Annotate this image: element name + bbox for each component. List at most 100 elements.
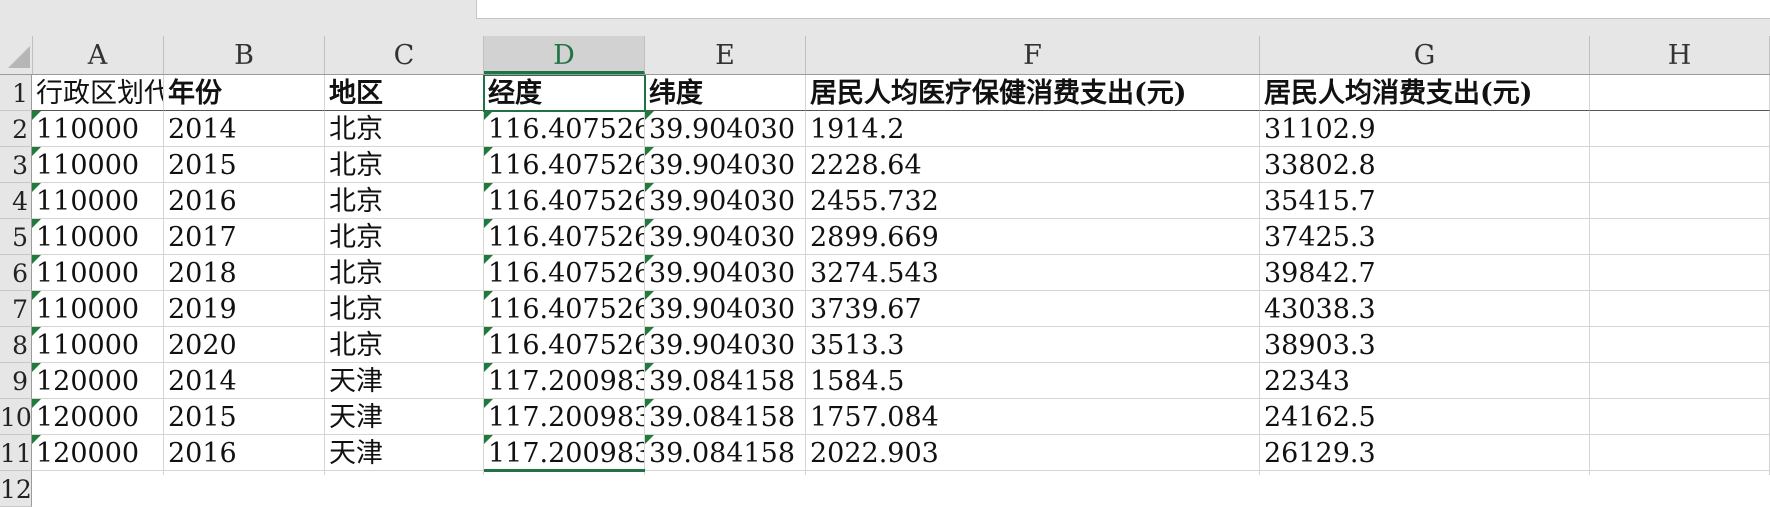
- row-header-1[interactable]: 1: [0, 75, 32, 111]
- row-header-7[interactable]: 7: [0, 291, 32, 327]
- column-header-a[interactable]: A: [32, 36, 164, 74]
- cell-g3[interactable]: 33802.8: [1260, 147, 1590, 183]
- cell-a12[interactable]: [32, 471, 164, 475]
- cell-b7[interactable]: 2019: [164, 291, 325, 327]
- cell-e10[interactable]: 39.084158: [645, 399, 806, 435]
- cell-d6[interactable]: 116.407526: [484, 255, 645, 291]
- cell-f9[interactable]: 1584.5: [806, 363, 1260, 399]
- cell-c2[interactable]: 北京: [325, 111, 484, 147]
- cell-f12[interactable]: [806, 471, 1260, 475]
- cell-e8[interactable]: 39.904030: [645, 327, 806, 363]
- column-header-e[interactable]: E: [645, 36, 806, 74]
- cell-e3[interactable]: 39.904030: [645, 147, 806, 183]
- cell-f3[interactable]: 2228.64: [806, 147, 1260, 183]
- cell-h9[interactable]: [1590, 363, 1770, 399]
- cell-d7[interactable]: 116.407526: [484, 291, 645, 327]
- column-header-h[interactable]: H: [1590, 36, 1770, 74]
- cell-f1[interactable]: 居民人均医疗保健消费支出(元): [806, 75, 1260, 111]
- cell-g2[interactable]: 31102.9: [1260, 111, 1590, 147]
- cell-h3[interactable]: [1590, 147, 1770, 183]
- cell-e12[interactable]: [645, 471, 806, 475]
- cell-b4[interactable]: 2016: [164, 183, 325, 219]
- cell-c1[interactable]: 地区: [325, 75, 484, 111]
- cell-d3[interactable]: 116.407526: [484, 147, 645, 183]
- cell-e4[interactable]: 39.904030: [645, 183, 806, 219]
- cell-b9[interactable]: 2014: [164, 363, 325, 399]
- cell-c10[interactable]: 天津: [325, 399, 484, 435]
- cell-a7[interactable]: 110000: [32, 291, 164, 327]
- cell-a3[interactable]: 110000: [32, 147, 164, 183]
- cell-d4[interactable]: 116.407526: [484, 183, 645, 219]
- cell-a1[interactable]: 行政区划代码: [32, 75, 164, 111]
- select-all-button[interactable]: [0, 36, 33, 74]
- cell-g11[interactable]: 26129.3: [1260, 435, 1590, 471]
- cell-c8[interactable]: 北京: [325, 327, 484, 363]
- cell-a9[interactable]: 120000: [32, 363, 164, 399]
- formula-input[interactable]: [476, 0, 1770, 19]
- cell-h11[interactable]: [1590, 435, 1770, 471]
- row-header-12[interactable]: 12: [0, 471, 32, 507]
- row-header-5[interactable]: 5: [0, 219, 32, 255]
- cell-d5[interactable]: 116.407526: [484, 219, 645, 255]
- cell-g9[interactable]: 22343: [1260, 363, 1590, 399]
- cell-h6[interactable]: [1590, 255, 1770, 291]
- cell-g7[interactable]: 43038.3: [1260, 291, 1590, 327]
- cell-g8[interactable]: 38903.3: [1260, 327, 1590, 363]
- row-header-9[interactable]: 9: [0, 363, 32, 399]
- column-header-g[interactable]: G: [1260, 36, 1590, 74]
- cell-g12[interactable]: [1260, 471, 1590, 475]
- cell-h4[interactable]: [1590, 183, 1770, 219]
- column-header-f[interactable]: F: [806, 36, 1260, 74]
- cell-g1[interactable]: 居民人均消费支出(元): [1260, 75, 1590, 111]
- cell-f2[interactable]: 1914.2: [806, 111, 1260, 147]
- cell-g5[interactable]: 37425.3: [1260, 219, 1590, 255]
- row-header-8[interactable]: 8: [0, 327, 32, 363]
- cell-c6[interactable]: 北京: [325, 255, 484, 291]
- row-header-3[interactable]: 3: [0, 147, 32, 183]
- cell-b12[interactable]: [164, 471, 325, 475]
- cell-a5[interactable]: 110000: [32, 219, 164, 255]
- cell-h1[interactable]: [1590, 75, 1770, 111]
- cell-b2[interactable]: 2014: [164, 111, 325, 147]
- cell-f6[interactable]: 3274.543: [806, 255, 1260, 291]
- cell-d10[interactable]: 117.200983: [484, 399, 645, 435]
- cell-h8[interactable]: [1590, 327, 1770, 363]
- cell-f7[interactable]: 3739.67: [806, 291, 1260, 327]
- cell-d9[interactable]: 117.200983: [484, 363, 645, 399]
- cell-e9[interactable]: 39.084158: [645, 363, 806, 399]
- cell-c3[interactable]: 北京: [325, 147, 484, 183]
- cell-f5[interactable]: 2899.669: [806, 219, 1260, 255]
- cell-a4[interactable]: 110000: [32, 183, 164, 219]
- cell-g4[interactable]: 35415.7: [1260, 183, 1590, 219]
- column-header-d[interactable]: D: [484, 36, 645, 74]
- cell-a6[interactable]: 110000: [32, 255, 164, 291]
- cell-h5[interactable]: [1590, 219, 1770, 255]
- cell-d2[interactable]: 116.407526: [484, 111, 645, 147]
- cell-f11[interactable]: 2022.903: [806, 435, 1260, 471]
- cell-c12[interactable]: [325, 471, 484, 475]
- cell-a11[interactable]: 120000: [32, 435, 164, 471]
- cell-b10[interactable]: 2015: [164, 399, 325, 435]
- cell-b6[interactable]: 2018: [164, 255, 325, 291]
- cell-b3[interactable]: 2015: [164, 147, 325, 183]
- cell-e7[interactable]: 39.904030: [645, 291, 806, 327]
- cell-b1[interactable]: 年份: [164, 75, 325, 111]
- cell-e11[interactable]: 39.084158: [645, 435, 806, 471]
- cell-e5[interactable]: 39.904030: [645, 219, 806, 255]
- cell-a8[interactable]: 110000: [32, 327, 164, 363]
- cell-c5[interactable]: 北京: [325, 219, 484, 255]
- cell-a2[interactable]: 110000: [32, 111, 164, 147]
- row-header-4[interactable]: 4: [0, 183, 32, 219]
- cell-a10[interactable]: 120000: [32, 399, 164, 435]
- cell-b8[interactable]: 2020: [164, 327, 325, 363]
- cell-b11[interactable]: 2016: [164, 435, 325, 471]
- column-header-b[interactable]: B: [164, 36, 325, 74]
- cell-c7[interactable]: 北京: [325, 291, 484, 327]
- cell-f4[interactable]: 2455.732: [806, 183, 1260, 219]
- cell-f10[interactable]: 1757.084: [806, 399, 1260, 435]
- row-header-6[interactable]: 6: [0, 255, 32, 291]
- cell-g6[interactable]: 39842.7: [1260, 255, 1590, 291]
- cell-e1[interactable]: 纬度: [645, 75, 806, 111]
- cell-h7[interactable]: [1590, 291, 1770, 327]
- row-header-2[interactable]: 2: [0, 111, 32, 147]
